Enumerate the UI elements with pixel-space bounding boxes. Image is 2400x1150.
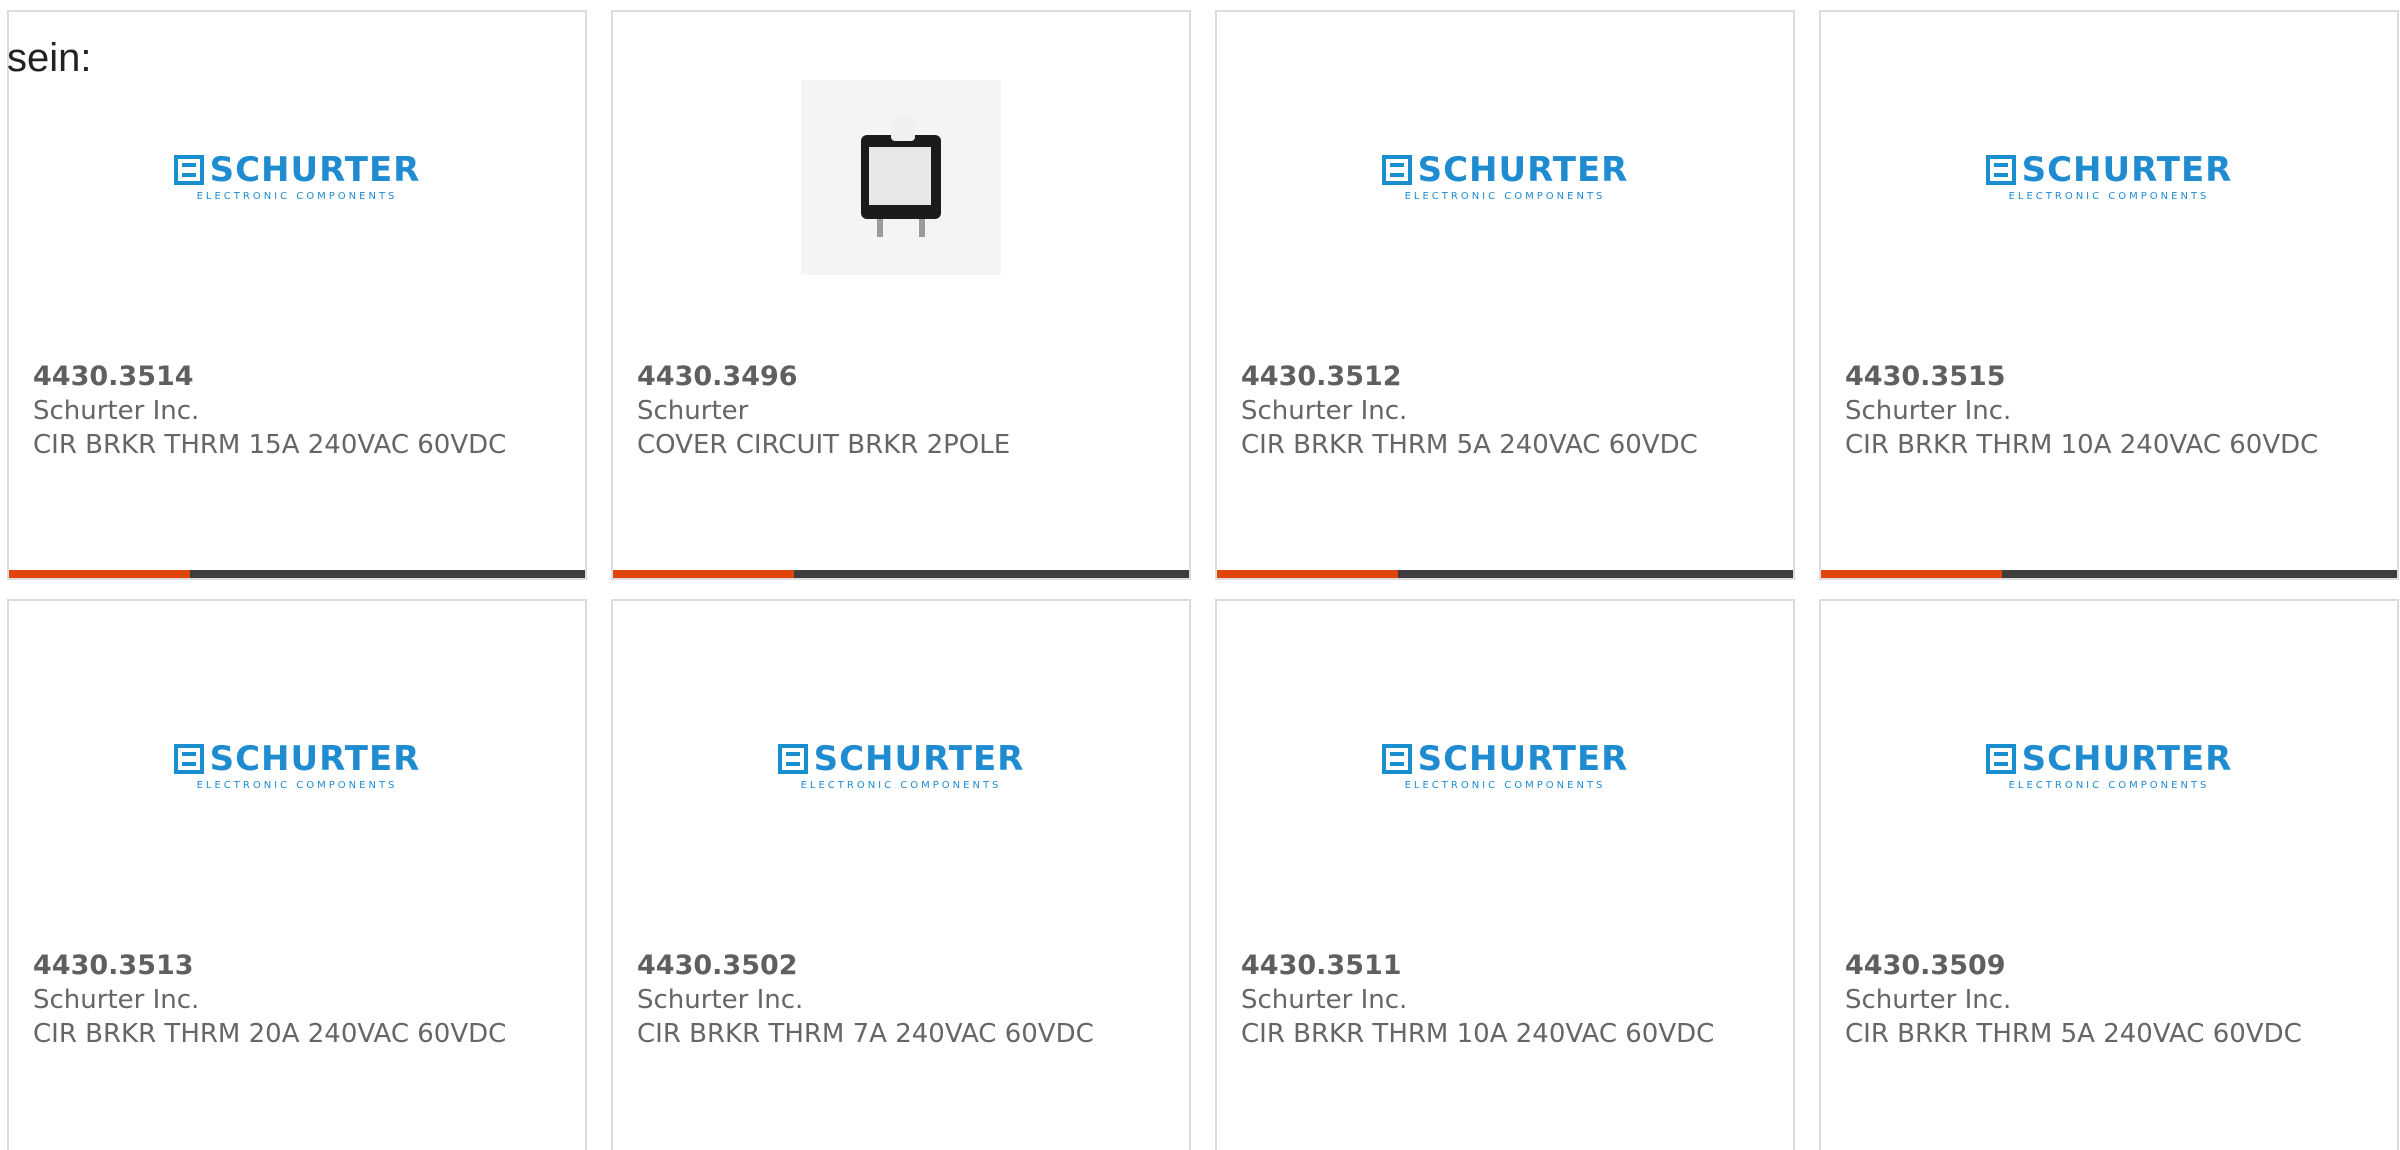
accent-bar: [1217, 570, 1793, 578]
product-image[interactable]: SCHURTER ELECTRONIC COMPONENTS: [1821, 12, 2397, 342]
schurter-mark-icon: [1985, 743, 2016, 774]
part-number-link[interactable]: 4430.3512: [1241, 360, 1773, 394]
part-number-link[interactable]: 4430.3502: [637, 949, 1169, 983]
product-image[interactable]: SCHURTER ELECTRONIC COMPONENTS: [1217, 12, 1793, 342]
schurter-mark-icon: [173, 743, 204, 774]
manufacturer: Schurter Inc.: [33, 396, 200, 426]
product-card[interactable]: SCHURTER ELECTRONIC COMPONENTS 4430.3512…: [1215, 10, 1795, 580]
description: CIR BRKR THRM 20A 240VAC 60VDC: [33, 1019, 507, 1049]
description: CIR BRKR THRM 10A 240VAC 60VDC: [1241, 1019, 1715, 1049]
part-number-link[interactable]: 4430.3513: [33, 949, 565, 983]
manufacturer: Schurter Inc.: [1241, 396, 1408, 426]
circuit-breaker-cover-photo: [801, 79, 1001, 275]
schurter-logo: SCHURTER ELECTRONIC COMPONENTS: [777, 742, 1025, 791]
description: CIR BRKR THRM 15A 240VAC 60VDC: [33, 430, 507, 460]
intro-text: sein:: [7, 36, 92, 80]
schurter-logo: SCHURTER ELECTRONIC COMPONENTS: [1381, 742, 1629, 791]
product-card[interactable]: SCHURTER ELECTRONIC COMPONENTS 4430.3514…: [7, 10, 587, 580]
description: CIR BRKR THRM 7A 240VAC 60VDC: [637, 1019, 1094, 1049]
product-image[interactable]: SCHURTER ELECTRONIC COMPONENTS: [613, 601, 1189, 931]
manufacturer: Schurter Inc.: [1241, 985, 1408, 1015]
schurter-mark-icon: [173, 154, 204, 185]
schurter-mark-icon: [1381, 743, 1412, 774]
product-grid-page: sein: SCHURTER ELECTRONIC COMPONENTS 443…: [0, 0, 2400, 1150]
product-card[interactable]: SCHURTER ELECTRONIC COMPONENTS 4430.3515…: [1819, 10, 2399, 580]
schurter-logo: SCHURTER ELECTRONIC COMPONENTS: [1381, 153, 1629, 202]
manufacturer: Schurter: [637, 396, 749, 426]
product-image[interactable]: SCHURTER ELECTRONIC COMPONENTS: [9, 601, 585, 931]
schurter-mark-icon: [777, 743, 808, 774]
accent-bar: [9, 570, 585, 578]
schurter-logo: SCHURTER ELECTRONIC COMPONENTS: [1985, 153, 2233, 202]
product-image[interactable]: SCHURTER ELECTRONIC COMPONENTS: [1217, 601, 1793, 931]
manufacturer: Schurter Inc.: [1845, 985, 2012, 1015]
manufacturer: Schurter Inc.: [1845, 396, 2012, 426]
product-card[interactable]: SCHURTER ELECTRONIC COMPONENTS 4430.3502…: [611, 599, 1191, 1150]
manufacturer: Schurter Inc.: [33, 985, 200, 1015]
product-image[interactable]: [613, 12, 1189, 342]
description: CIR BRKR THRM 10A 240VAC 60VDC: [1845, 430, 2319, 460]
product-image[interactable]: SCHURTER ELECTRONIC COMPONENTS: [1821, 601, 2397, 931]
schurter-mark-icon: [1381, 154, 1412, 185]
product-card[interactable]: SCHURTER ELECTRONIC COMPONENTS 4430.3513…: [7, 599, 587, 1150]
accent-bar: [1821, 570, 2397, 578]
schurter-logo: SCHURTER ELECTRONIC COMPONENTS: [173, 153, 421, 202]
description: CIR BRKR THRM 5A 240VAC 60VDC: [1241, 430, 1698, 460]
part-number-link[interactable]: 4430.3509: [1845, 949, 2377, 983]
product-card[interactable]: SCHURTER ELECTRONIC COMPONENTS 4430.3509…: [1819, 599, 2399, 1150]
part-number-link[interactable]: 4430.3511: [1241, 949, 1773, 983]
description: COVER CIRCUIT BRKR 2POLE: [637, 430, 1011, 460]
product-image[interactable]: SCHURTER ELECTRONIC COMPONENTS: [9, 12, 585, 342]
part-number-link[interactable]: 4430.3515: [1845, 360, 2377, 394]
description: CIR BRKR THRM 5A 240VAC 60VDC: [1845, 1019, 2302, 1049]
product-card[interactable]: SCHURTER ELECTRONIC COMPONENTS 4430.3511…: [1215, 599, 1795, 1150]
accent-bar: [613, 570, 1189, 578]
schurter-mark-icon: [1985, 154, 2016, 185]
part-number-link[interactable]: 4430.3496: [637, 360, 1169, 394]
manufacturer: Schurter Inc.: [637, 985, 804, 1015]
schurter-logo: SCHURTER ELECTRONIC COMPONENTS: [1985, 742, 2233, 791]
part-number-link[interactable]: 4430.3514: [33, 360, 565, 394]
schurter-logo: SCHURTER ELECTRONIC COMPONENTS: [173, 742, 421, 791]
product-card[interactable]: 4430.3496 Schurter COVER CIRCUIT BRKR 2P…: [611, 10, 1191, 580]
